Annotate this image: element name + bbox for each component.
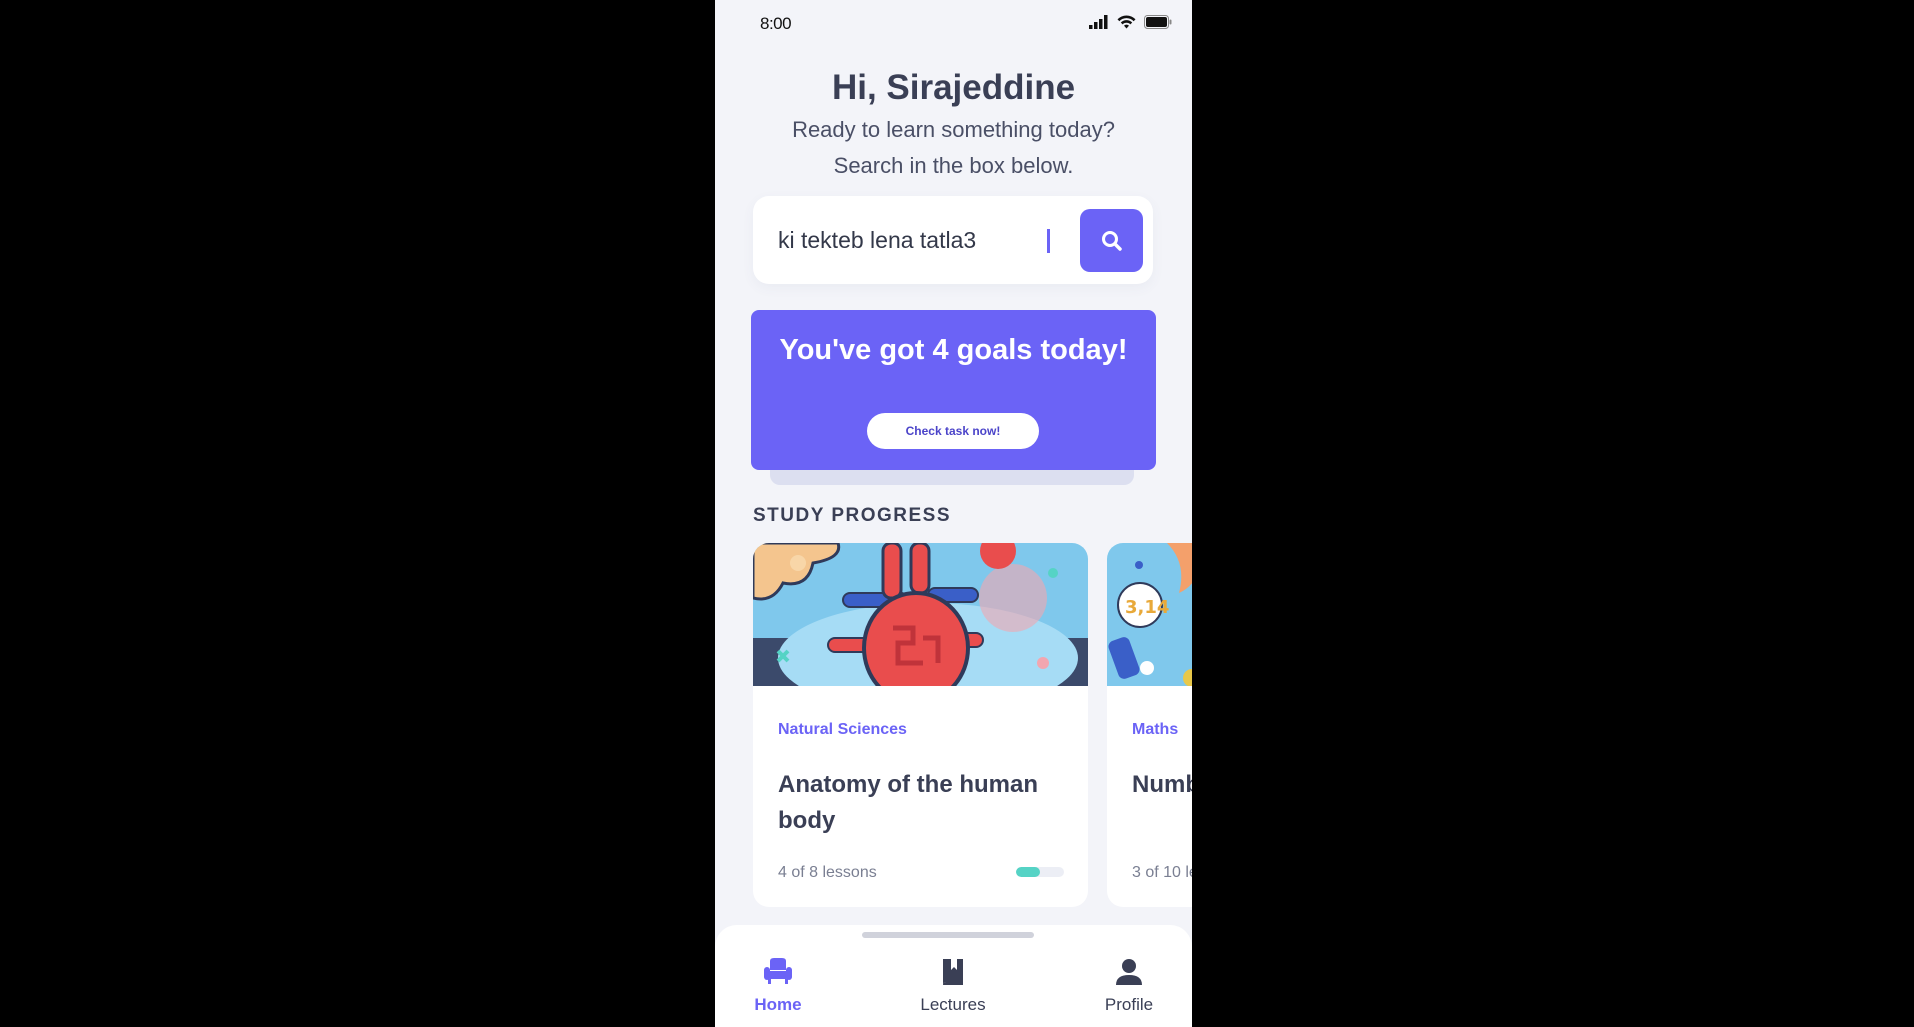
book-icon bbox=[893, 957, 1013, 989]
armchair-icon bbox=[718, 957, 838, 989]
phone-screen: 8:00 Hi, Sirajeddine Ready to learn some… bbox=[715, 0, 1192, 1027]
study-progress-title: STUDY PROGRESS bbox=[753, 505, 952, 526]
goals-title: You've got 4 goals today! bbox=[779, 334, 1128, 366]
course-lessons-count: 4 of 8 lessons bbox=[778, 864, 877, 881]
course-category: Natural Sciences bbox=[778, 721, 907, 738]
nav-item-home[interactable]: Home bbox=[718, 957, 838, 1015]
status-time: 8:00 bbox=[760, 14, 792, 33]
course-card-anatomy[interactable]: Natural Sciences Anatomy of the human bo… bbox=[753, 543, 1088, 907]
nav-label-home: Home bbox=[754, 995, 802, 1014]
greeting-title: Hi, Sirajeddine bbox=[831, 68, 1076, 107]
heart-illustration bbox=[753, 543, 1088, 686]
course-lessons-count: 3 of 10 lessons bbox=[1132, 864, 1192, 881]
wifi-icon bbox=[1117, 15, 1136, 29]
greeting-subtitle: Ready to learn something today? Search i… bbox=[715, 112, 1192, 184]
search-icon bbox=[1101, 230, 1122, 251]
course-card-maths[interactable]: 3,14 Maths Numbers 3 of 10 lessons bbox=[1107, 543, 1192, 907]
home-indicator[interactable] bbox=[862, 932, 1034, 938]
course-title: Anatomy of the human body bbox=[778, 771, 1039, 834]
greeting-line-1: Ready to learn something today? bbox=[792, 117, 1115, 142]
nav-item-lectures[interactable]: Lectures bbox=[893, 957, 1013, 1015]
nav-label-lectures: Lectures bbox=[920, 995, 986, 1014]
signal-icon bbox=[1089, 15, 1108, 29]
course-progress-bar bbox=[1016, 867, 1064, 877]
nav-item-profile[interactable]: Profile bbox=[1069, 957, 1189, 1015]
bottom-navigation: Home Lectures Profile bbox=[715, 925, 1192, 1027]
text-cursor bbox=[1047, 229, 1050, 253]
search-button[interactable] bbox=[1080, 209, 1143, 272]
person-icon bbox=[1069, 957, 1189, 989]
svg-text:3,14: 3,14 bbox=[1125, 597, 1169, 618]
maths-illustration: 3,14 bbox=[1107, 543, 1192, 686]
goals-card: You've got 4 goals today! Check task now… bbox=[751, 310, 1156, 470]
course-progress-fill bbox=[1016, 867, 1040, 877]
nav-label-profile: Profile bbox=[1104, 995, 1154, 1014]
status-bar: 8:00 bbox=[715, 0, 1192, 50]
greeting-line-2: Search in the box below. bbox=[833, 153, 1074, 178]
search-input[interactable] bbox=[778, 224, 1068, 256]
course-title: Numbers bbox=[1132, 771, 1192, 798]
status-icons bbox=[1089, 15, 1172, 29]
check-task-button[interactable]: Check task now! bbox=[867, 413, 1039, 449]
course-category: Maths bbox=[1132, 721, 1179, 738]
search-box bbox=[753, 196, 1153, 284]
battery-icon bbox=[1144, 15, 1172, 29]
